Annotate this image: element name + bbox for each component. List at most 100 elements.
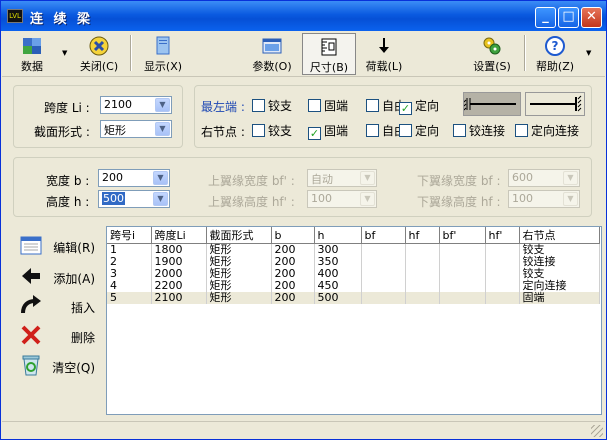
checkbox-box[interactable] [515,124,528,137]
table-cell [485,243,520,256]
checkmark-icon[interactable]: ✓ [399,102,412,115]
chevron-down-icon: ▼ [360,192,375,206]
bottom-flange-height-value: 100 [512,192,533,205]
table-cell: 矩形 [206,292,272,304]
height-combo[interactable]: 500 ▼ [98,190,170,208]
help-button[interactable]: ? 帮助(Z) [530,33,580,75]
left-end-checkbox-1[interactable]: 固端 [308,97,348,114]
table-cell [361,268,406,280]
close-button[interactable]: 关闭(C) [76,33,122,75]
title-bar[interactable]: LVL 连 续 梁 _ □ ✕ [1,1,606,31]
span-combo[interactable]: 2100 ▼ [100,96,172,114]
right-node-checkbox-3[interactable]: 定向 [399,122,439,139]
column-header[interactable]: h [314,227,362,244]
table-cell [485,280,520,292]
ruler-icon [321,38,337,56]
svg-text:?: ? [552,39,559,53]
bottom-flange-height-combo[interactable]: 100 ▼ [508,190,580,208]
left-end-option-label: 定向 [415,99,440,113]
show-button[interactable]: 显示(X) [138,33,188,75]
checkbox-box[interactable] [366,99,379,112]
window-icon [262,38,282,54]
load-button[interactable]: 荷载(L) [360,33,408,75]
column-header[interactable]: 右节点 [519,227,600,244]
left-end-checkbox-0[interactable]: 铰支 [252,97,292,114]
maximize-button[interactable]: □ [558,7,579,28]
width-combo[interactable]: 200 ▼ [98,169,170,187]
checkbox-box[interactable] [252,99,265,112]
left-end-option-label: 铰支 [268,99,293,113]
params-button[interactable]: 参数(O) [248,33,296,75]
column-header[interactable]: hf [405,227,440,244]
right-node-checkbox-1[interactable]: ✓ 固端 [308,122,348,140]
column-header[interactable]: 截面形式 [206,227,272,244]
right-node-option-label: 铰支 [268,124,293,138]
params-button-label: 参数(O) [252,60,292,73]
data-dropdown-arrow[interactable]: ▼ [62,49,67,57]
left-beam-preview-button[interactable] [463,92,521,116]
table-cell [439,280,486,292]
load-button-label: 荷载(L) [365,60,403,73]
right-node-option-label: 铰连接 [469,124,506,138]
clear-button[interactable]: 清空(Q) [19,353,109,379]
fixed-support-beam-icon [530,95,582,112]
checkbox-box[interactable] [308,99,321,112]
column-header[interactable]: 跨号i [107,227,152,244]
checkmark-icon[interactable]: ✓ [308,127,321,140]
right-beam-preview-button[interactable] [525,92,585,116]
close-window-button[interactable]: ✕ [581,7,602,28]
checkbox-box[interactable] [366,124,379,137]
checkbox-box[interactable] [399,124,412,137]
toolbar: 数据 ▼ 关闭(C) 显示(X) 参数(O) 尺寸(B) 荷载(L) 设置(S) [2,31,605,77]
data-button-label: 数据 [21,60,43,73]
settings-button-label: 设置(S) [473,60,511,73]
height-value: 500 [102,192,125,205]
chevron-down-icon[interactable]: ▼ [155,122,170,136]
edit-button[interactable]: 编辑(R) [19,233,109,259]
minimize-button[interactable]: _ [535,7,556,28]
table-cell: 200 [271,292,315,304]
bottom-flange-width-combo[interactable]: 600 ▼ [508,169,580,187]
gears-icon [483,37,501,55]
table-cell [405,280,440,292]
left-end-option-label: 固端 [324,99,349,113]
table-cell [439,256,486,268]
curved-arrow-icon [21,295,41,314]
checkbox-box[interactable] [453,124,466,137]
right-node-checkbox-0[interactable]: 铰支 [252,122,292,139]
right-node-checkbox-4[interactable]: 铰连接 [453,122,505,139]
top-flange-height-combo[interactable]: 100 ▼ [307,190,377,208]
column-header[interactable]: b [271,227,315,244]
right-node-option-label: 固端 [324,124,349,138]
spans-table[interactable]: 跨号i 跨度Li 截面形式 b h bf hf bf' hf' 右节点 1 1800 矩形 200 300… [106,226,602,415]
data-button[interactable]: 数据 [10,33,54,75]
table-cell [361,243,406,256]
table-cell: 2100 [151,292,207,304]
settings-button[interactable]: 设置(S) [468,33,516,75]
chevron-down-icon[interactable]: ▼ [153,192,168,206]
size-button[interactable]: 尺寸(B) [302,33,356,75]
chevron-down-icon[interactable]: ▼ [153,171,168,185]
help-icon: ? [545,36,565,56]
column-header[interactable]: bf' [439,227,486,244]
help-dropdown-arrow[interactable]: ▼ [586,49,591,57]
column-header[interactable]: 跨度Li [151,227,207,244]
delete-button[interactable]: 删除 [19,323,109,349]
insert-button[interactable]: 插入 [19,293,109,319]
table-cell [361,256,406,268]
section-combo[interactable]: 矩形 ▼ [100,120,172,138]
section-label: 截面形式 : [34,125,90,139]
edit-button-label: 编辑(R) [53,241,95,255]
left-end-checkbox-3[interactable]: ✓ 定向 [399,97,439,115]
column-header[interactable]: bf [361,227,406,244]
resize-grip-icon[interactable] [591,425,603,437]
window-title: 连 续 梁 [30,12,94,27]
column-header[interactable]: hf' [485,227,520,244]
add-button[interactable]: 添加(A) [19,264,109,290]
table-row[interactable]: 5 2100 矩形 200 500 固端 [107,292,600,304]
chevron-down-icon[interactable]: ▼ [155,98,170,112]
delete-button-label: 删除 [70,331,95,345]
right-node-checkbox-5[interactable]: 定向连接 [515,122,579,139]
top-flange-width-combo[interactable]: 自动 ▼ [307,169,377,187]
checkbox-box[interactable] [252,124,265,137]
